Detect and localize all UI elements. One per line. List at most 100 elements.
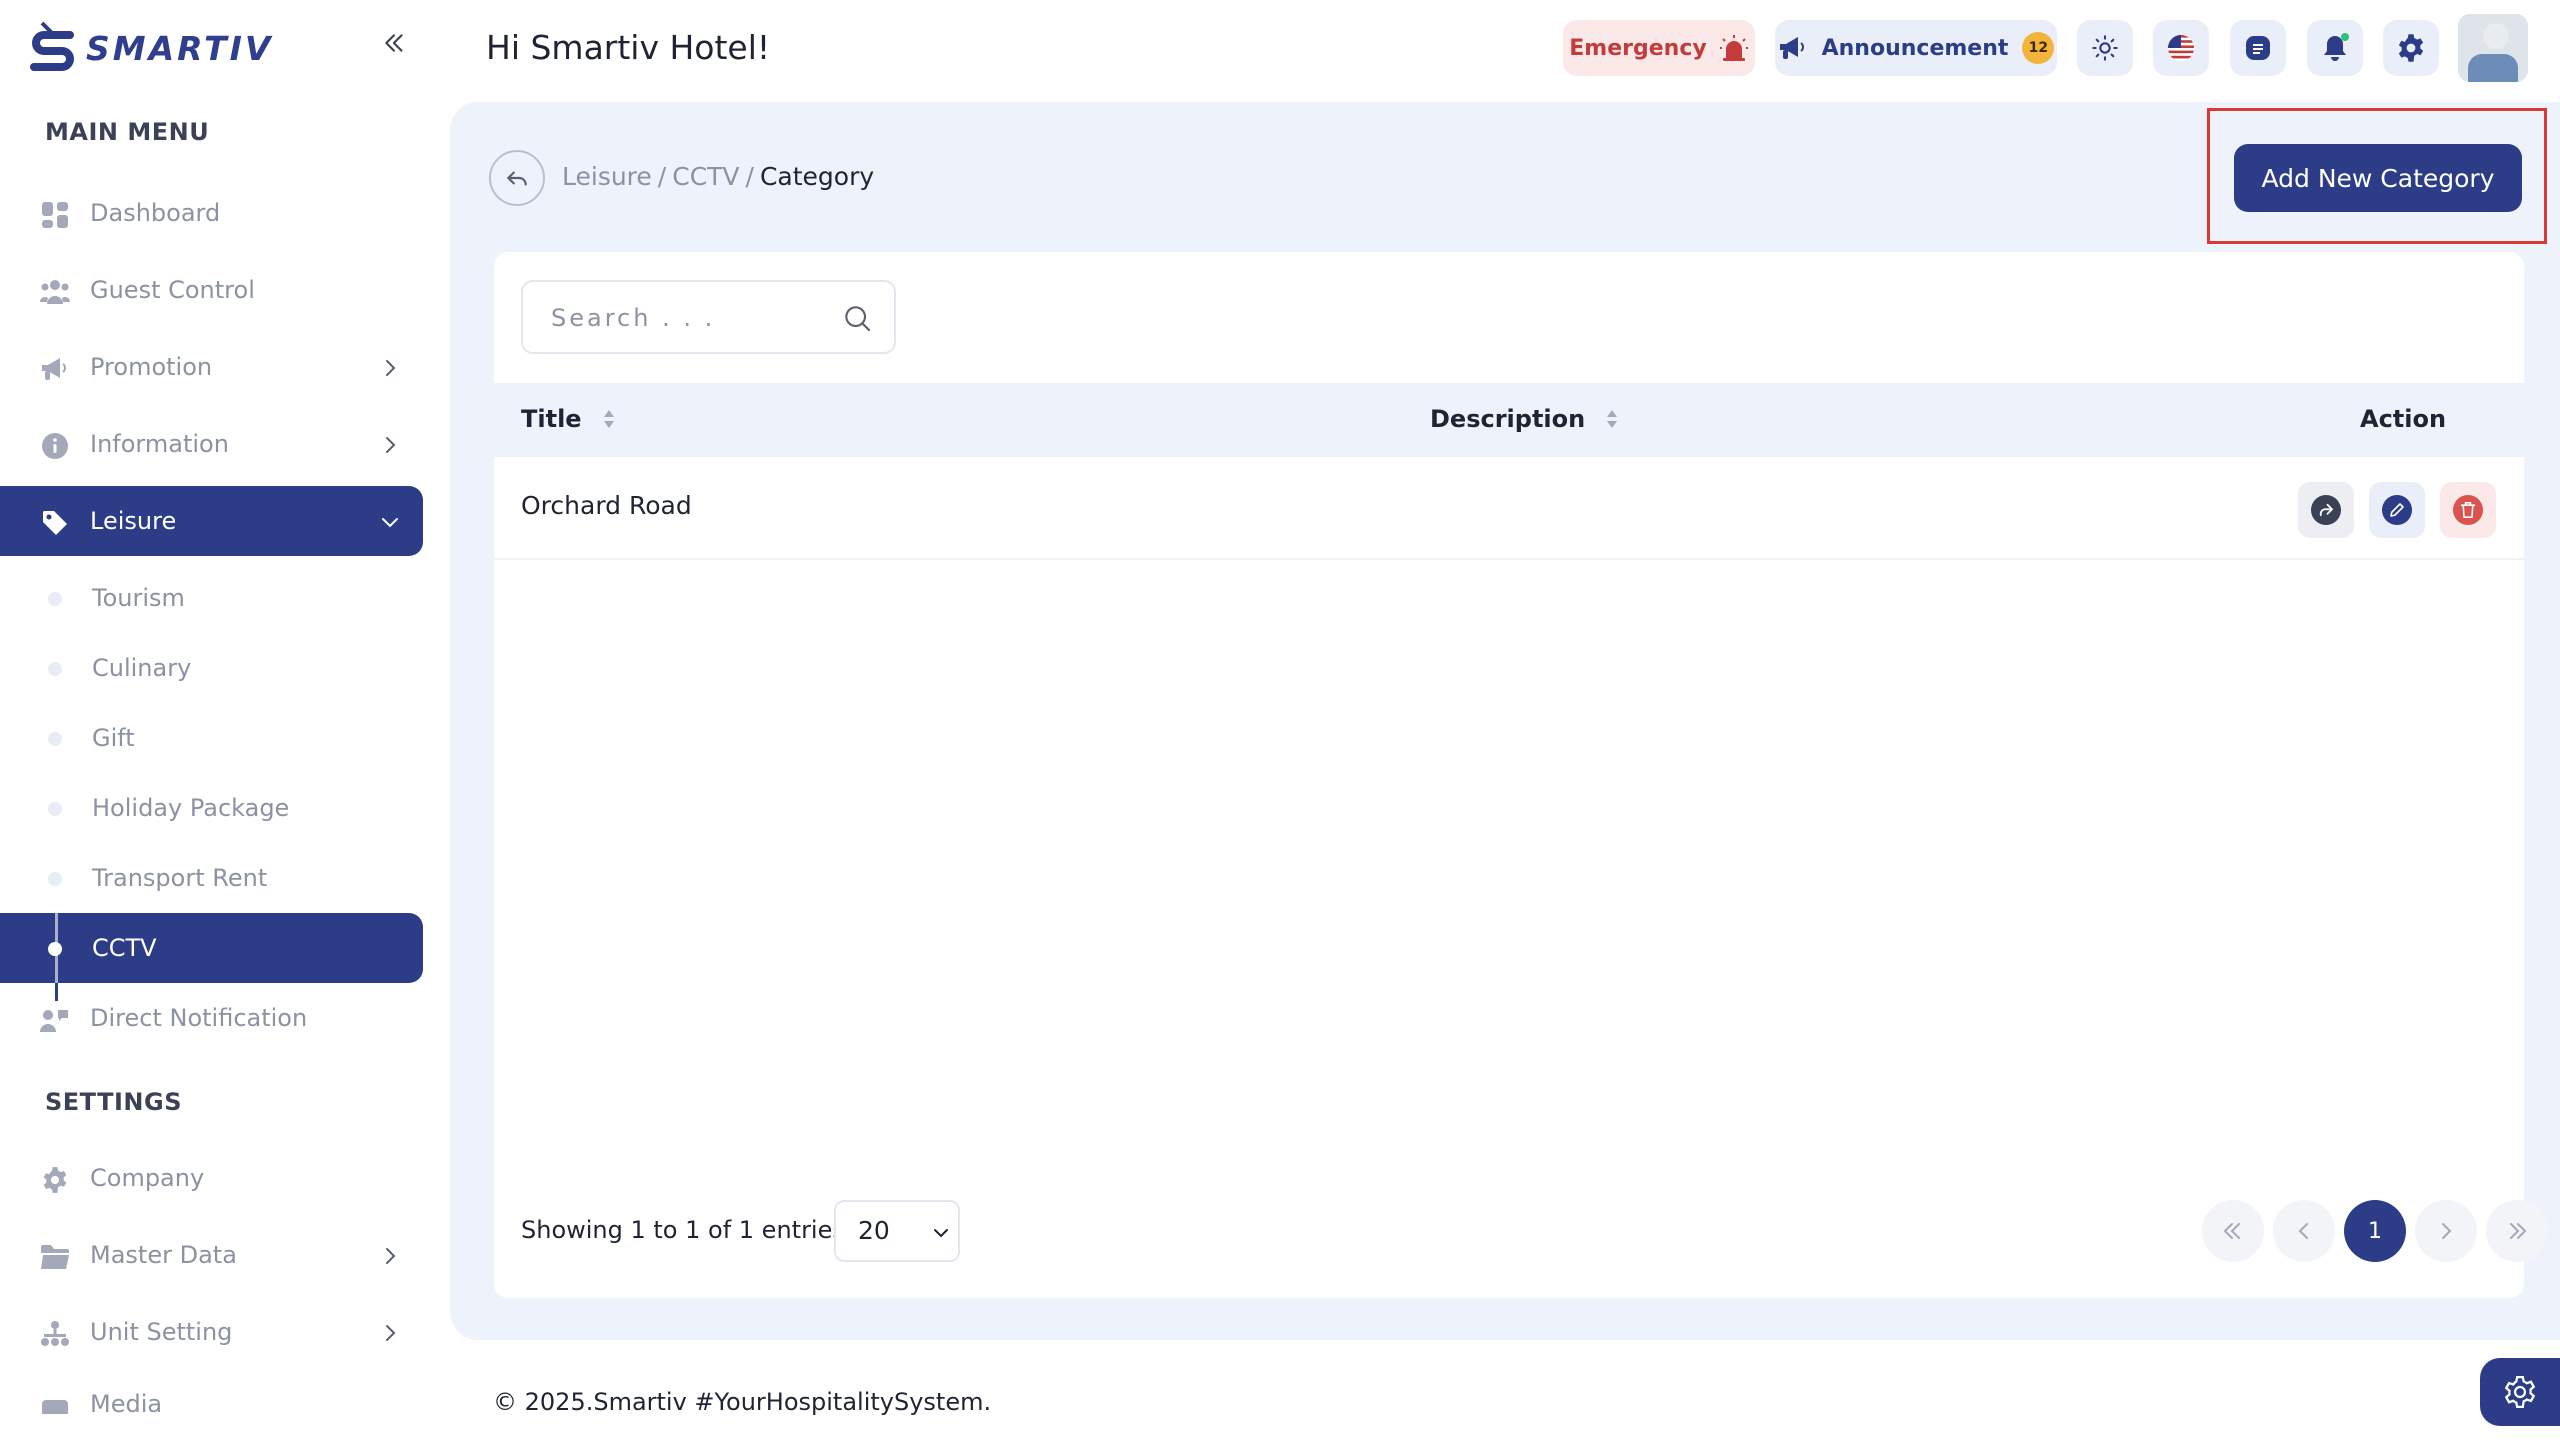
user-avatar[interactable] (2458, 14, 2528, 82)
sidebar-item-guest-control[interactable]: Guest Control (0, 255, 423, 325)
pagination-prev-button[interactable] (2273, 1200, 2335, 1262)
sidebar-subitem-label: Transport Rent (92, 864, 268, 892)
sort-icon (603, 410, 614, 428)
share-button[interactable] (2298, 482, 2354, 538)
sidebar-item-label: Information (90, 430, 229, 458)
sidebar-item-label: Media (90, 1390, 163, 1414)
documents-button[interactable] (2230, 20, 2286, 76)
pagination-page-1[interactable]: 1 (2344, 1200, 2406, 1262)
sidebar-item-media[interactable]: Media (0, 1374, 423, 1414)
brand-logo[interactable]: SMARTIV (30, 16, 273, 80)
chevron-right-icon (386, 360, 396, 376)
sidebar-item-unit-setting[interactable]: Unit Setting (0, 1297, 423, 1367)
sidebar-subitem-holiday-package[interactable]: Holiday Package (0, 773, 423, 843)
add-new-category-button[interactable]: Add New Category (2234, 144, 2522, 212)
sidebar-item-label: Guest Control (90, 276, 255, 304)
pagination-next-button[interactable] (2415, 1200, 2477, 1262)
sidebar-item-label: Direct Notification (90, 1004, 308, 1032)
tag-icon (40, 508, 70, 538)
chevrons-right-icon (2510, 1223, 2527, 1239)
document-icon (2246, 36, 2270, 60)
table-row: Orchard Road (494, 457, 2524, 560)
chevron-right-icon (386, 1248, 396, 1264)
sidebar-item-label: Leisure (90, 507, 177, 535)
pencil-icon (2382, 495, 2412, 525)
megaphone-icon (40, 354, 70, 384)
sort-icon (1607, 410, 1618, 428)
delete-button[interactable] (2440, 482, 2496, 538)
customizer-button[interactable] (2480, 1358, 2560, 1426)
arrow-back-icon (507, 171, 527, 186)
page-size-select[interactable]: 20 (834, 1200, 960, 1262)
category-table-card: Title Description Action Orchard Road (494, 252, 2548, 1298)
table-header: Title Description Action (494, 383, 2524, 457)
tree-line (55, 913, 58, 983)
sidebar-subitem-culinary[interactable]: Culinary (0, 633, 423, 703)
sidebar-item-direct-notification[interactable]: Direct Notification (0, 983, 423, 1053)
chevron-left-icon (2298, 1223, 2308, 1239)
announcement-button[interactable]: Announcement 12 (1775, 20, 2057, 76)
sidebar-subitem-label: Culinary (92, 654, 192, 682)
chevrons-left-icon (385, 34, 403, 52)
sidebar: SMARTIV MAIN MENU Dashboard Guest Contro… (0, 0, 450, 1449)
dashboard-icon (40, 200, 70, 230)
chevron-right-icon (386, 1325, 396, 1341)
sidebar-item-label: Company (90, 1164, 205, 1192)
folder-icon (40, 1242, 70, 1272)
breadcrumb-cctv[interactable]: CCTV (672, 162, 739, 191)
breadcrumb-separator: / (745, 162, 754, 191)
sidebar-item-promotion[interactable]: Promotion (0, 332, 423, 402)
sidebar-item-dashboard[interactable]: Dashboard (0, 178, 423, 248)
chevrons-left-icon (2223, 1223, 2240, 1239)
sidebar-item-leisure[interactable]: Leisure (0, 486, 423, 556)
bullet-dot-icon (48, 662, 62, 676)
breadcrumb-separator: / (657, 162, 667, 191)
search-icon[interactable] (841, 302, 873, 334)
announcement-count-badge: 12 (2022, 32, 2055, 64)
bell-icon (2324, 33, 2349, 61)
theme-toggle-button[interactable] (2077, 20, 2133, 76)
sidebar-subitem-tourism[interactable]: Tourism (0, 563, 423, 633)
sidebar-subitem-cctv[interactable]: CCTV (0, 913, 423, 983)
collapse-sidebar-button[interactable] (378, 26, 412, 60)
notifications-button[interactable] (2307, 20, 2363, 76)
sidebar-item-master-data[interactable]: Master Data (0, 1220, 423, 1290)
breadcrumb-current: Category (759, 162, 875, 191)
pagination-last-button[interactable] (2486, 1200, 2548, 1262)
search-input[interactable] (551, 300, 821, 336)
gear-icon (2398, 34, 2424, 62)
back-button[interactable] (489, 150, 545, 206)
announcement-label: Announcement (1821, 35, 2009, 61)
sidebar-subitem-gift[interactable]: Gift (0, 703, 423, 773)
sidebar-item-company[interactable]: Company (0, 1143, 423, 1213)
cell-title: Orchard Road (521, 491, 692, 520)
bullet-dot-icon (48, 732, 62, 746)
pagination-first-button[interactable] (2202, 1200, 2264, 1262)
breadcrumb-leisure[interactable]: Leisure (562, 162, 652, 191)
sidebar-subitem-transport-rent[interactable]: Transport Rent (0, 843, 423, 913)
sidebar-item-information[interactable]: Information (0, 409, 423, 479)
column-header-description[interactable]: Description (1430, 405, 1619, 433)
search-box (521, 280, 896, 354)
column-header-title[interactable]: Title (521, 405, 616, 433)
gear-icon (2504, 1375, 2536, 1409)
bullet-dot-icon (48, 592, 62, 606)
sidebar-subitem-label: CCTV (92, 934, 157, 962)
chevron-right-icon (386, 437, 396, 453)
sidebar-item-label: Dashboard (90, 199, 221, 227)
sidebar-subitem-label: Holiday Package (92, 794, 290, 822)
media-icon (40, 1396, 70, 1414)
person-notification-icon (40, 1005, 70, 1035)
language-button[interactable] (2153, 20, 2209, 76)
gear-icon (40, 1165, 70, 1195)
chevron-down-icon (382, 518, 398, 528)
footer-copyright: © 2025.Smartiv #YourHospitalitySystem. (493, 1388, 992, 1416)
emergency-button[interactable]: Emergency (1563, 20, 1755, 76)
users-icon (40, 277, 70, 307)
edit-button[interactable] (2369, 482, 2425, 538)
us-flag-icon (2168, 35, 2194, 61)
sidebar-subitem-label: Gift (92, 724, 135, 752)
page-size-value: 20 (858, 1216, 890, 1245)
settings-button[interactable] (2383, 20, 2439, 76)
breadcrumb: Leisure / CCTV / Category (562, 162, 874, 191)
